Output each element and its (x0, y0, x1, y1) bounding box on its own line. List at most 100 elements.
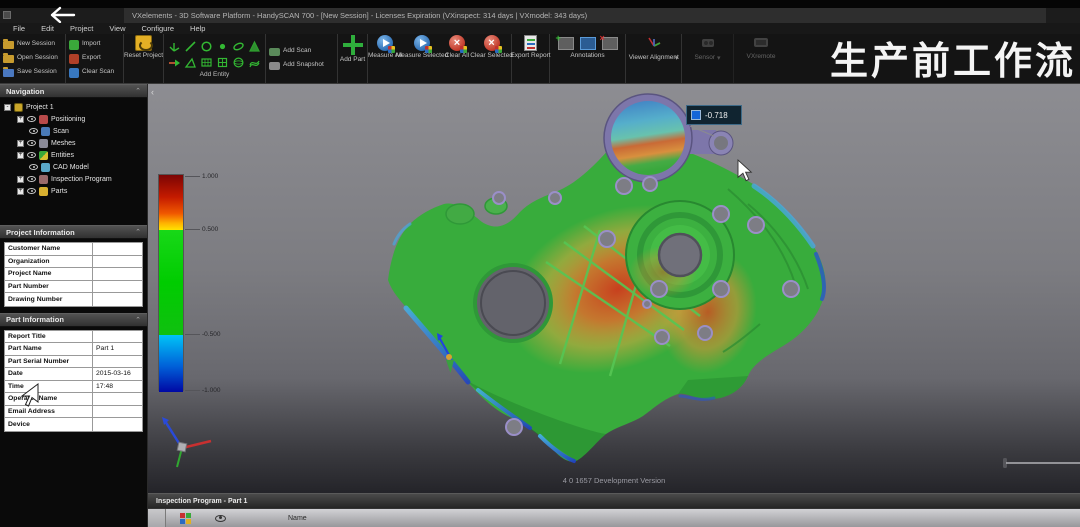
reset-project-button[interactable]: Reset Project (124, 34, 164, 83)
collapse-chevron-icon[interactable]: ⌃ (135, 228, 141, 236)
add-part-button[interactable]: Add Part (338, 34, 368, 83)
menu-view[interactable]: View (102, 24, 132, 33)
cad-model-render[interactable] (148, 84, 1080, 493)
menu-project[interactable]: Project (63, 24, 100, 33)
visibility-eye-icon[interactable] (27, 152, 36, 158)
tree-node-positioning[interactable]: + Positioning (4, 113, 147, 125)
open-session-button[interactable]: Open Session (3, 52, 62, 66)
left-sidebar: Navigation ⌃ - Project 1 + Positioning S… (0, 84, 148, 527)
entity-circle-icon[interactable] (199, 39, 214, 54)
visibility-eye-icon[interactable] (27, 176, 36, 182)
expand-box-icon[interactable]: + (17, 188, 24, 195)
menu-file[interactable]: File (6, 24, 32, 33)
name-column-header[interactable]: Name (288, 515, 307, 522)
table-row[interactable]: Part Number (5, 281, 142, 294)
inspection-program-icon (39, 175, 48, 184)
vxremote-button[interactable]: VXremote (734, 34, 788, 83)
menu-configure[interactable]: Configure (135, 24, 182, 33)
version-text: 4 0 1657 Development Version (148, 476, 1080, 485)
save-session-button[interactable]: Save Session (3, 66, 62, 80)
entity-plane-icon[interactable] (199, 55, 214, 70)
scale-tick-min: -1.000 (202, 387, 220, 394)
entity-grid-icon[interactable] (215, 55, 230, 70)
expand-box-icon[interactable]: + (17, 152, 24, 159)
tree-node-scan[interactable]: Scan (4, 125, 147, 137)
menu-edit[interactable]: Edit (34, 24, 61, 33)
tree-node-meshes[interactable]: + Meshes (4, 137, 147, 149)
add-annotation-icon[interactable]: + (558, 37, 574, 50)
inspection-program-header-row: Name (148, 508, 1080, 527)
table-row[interactable]: Part NamePart 1 (5, 343, 142, 356)
vxremote-icon (752, 35, 770, 54)
visibility-eye-icon[interactable] (27, 188, 36, 194)
entity-sphere-icon[interactable] (231, 55, 246, 70)
scale-ruler (1003, 458, 1080, 468)
part-info-panel-header[interactable]: Part Information ⌃ (0, 313, 147, 327)
delete-annotation-icon[interactable]: × (602, 37, 618, 50)
add-snapshot-button[interactable]: Add Snapshot (269, 59, 334, 73)
deviation-color-scale: 1.000 0.500 -0.500 -1.000 (158, 174, 278, 404)
navigation-panel-header[interactable]: Navigation ⌃ (0, 84, 147, 98)
entity-point-icon[interactable] (215, 39, 230, 54)
measure-selected-button[interactable]: Measure Selected (402, 34, 442, 83)
entity-slot-icon[interactable] (231, 39, 246, 54)
menu-help[interactable]: Help (183, 24, 212, 33)
export-report-button[interactable]: Export Report (512, 34, 550, 83)
clear-scan-button[interactable]: Clear Scan (69, 66, 120, 80)
import-icon (69, 40, 79, 50)
table-row[interactable]: Customer Name (5, 243, 142, 256)
entity-angle-icon[interactable] (183, 55, 198, 70)
left-bore (475, 265, 551, 341)
group-session: New Session Open Session Save Session (0, 34, 66, 83)
project-info-panel-header[interactable]: Project Information ⌃ (0, 225, 147, 239)
sensor-button[interactable]: Sensor▾ (682, 34, 734, 83)
app-window: VXelements - 3D Software Platform - Hand… (0, 0, 1080, 527)
visibility-eye-icon[interactable] (27, 116, 36, 122)
deviation-color-swatch (691, 110, 701, 120)
collapse-box-icon[interactable]: - (4, 104, 11, 111)
tree-node-inspection-program[interactable]: + Inspection Program (4, 173, 147, 185)
tree-node-cad-model[interactable]: CAD Model (4, 161, 147, 173)
entity-surface-icon[interactable] (247, 55, 262, 70)
collapse-chevron-icon[interactable]: ⌃ (135, 87, 141, 95)
tree-node-parts[interactable]: + Parts (4, 185, 147, 197)
import-button[interactable]: Import (69, 38, 120, 52)
viewport-3d[interactable]: ‹ (148, 84, 1080, 493)
part-info-table: Report Title Part NamePart 1 Part Serial… (4, 330, 143, 432)
expand-box-icon[interactable]: + (17, 176, 24, 183)
deviation-annotation[interactable]: -0.718 (686, 105, 742, 125)
table-row[interactable]: Project Name (5, 268, 142, 281)
table-row[interactable]: Part Serial Number (5, 356, 142, 369)
color-scale-bar (158, 174, 184, 391)
table-row[interactable]: Report Title (5, 331, 142, 344)
entity-line-icon[interactable] (183, 39, 198, 54)
annotation-active-icon[interactable] (580, 37, 596, 50)
entity-vector-icon[interactable] (167, 55, 182, 70)
viewer-alignment-dropdown-icon[interactable]: ▾ (675, 54, 679, 62)
clear-all-button[interactable]: × Clear All (442, 34, 472, 83)
viewer-alignment-button[interactable]: Viewer Alignment▾ (626, 34, 682, 83)
expand-box-icon[interactable]: + (17, 140, 24, 147)
table-row[interactable]: Drawing Number (5, 293, 142, 306)
export-button[interactable]: Export (69, 52, 120, 66)
visibility-column-eye-icon[interactable] (215, 515, 226, 522)
table-row[interactable]: Organization (5, 256, 142, 269)
visibility-eye-icon[interactable] (27, 140, 36, 146)
entity-cone-icon[interactable] (247, 39, 262, 54)
tree-node-entities[interactable]: + Entities (4, 149, 147, 161)
table-row[interactable]: Date2015-03-16 (5, 368, 142, 381)
collapse-chevron-icon[interactable]: ⌃ (135, 316, 141, 324)
sensor-dropdown-icon[interactable]: ▾ (717, 54, 721, 62)
measure-state-icon[interactable] (180, 513, 191, 524)
clear-selected-button[interactable]: × Clear Selected (472, 34, 512, 83)
visibility-eye-icon[interactable] (29, 164, 38, 170)
new-session-button[interactable]: New Session (3, 38, 62, 52)
table-row[interactable]: Device (5, 418, 142, 431)
inspection-program-titlebar[interactable]: Inspection Program - Part 1 (148, 493, 1080, 508)
expand-box-icon[interactable]: + (17, 116, 24, 123)
entity-axis-icon[interactable] (167, 39, 182, 54)
add-scan-button[interactable]: Add Scan (269, 45, 334, 59)
visibility-eye-icon[interactable] (29, 128, 38, 134)
tree-node-project[interactable]: - Project 1 (4, 101, 147, 113)
add-snapshot-icon (269, 62, 280, 70)
